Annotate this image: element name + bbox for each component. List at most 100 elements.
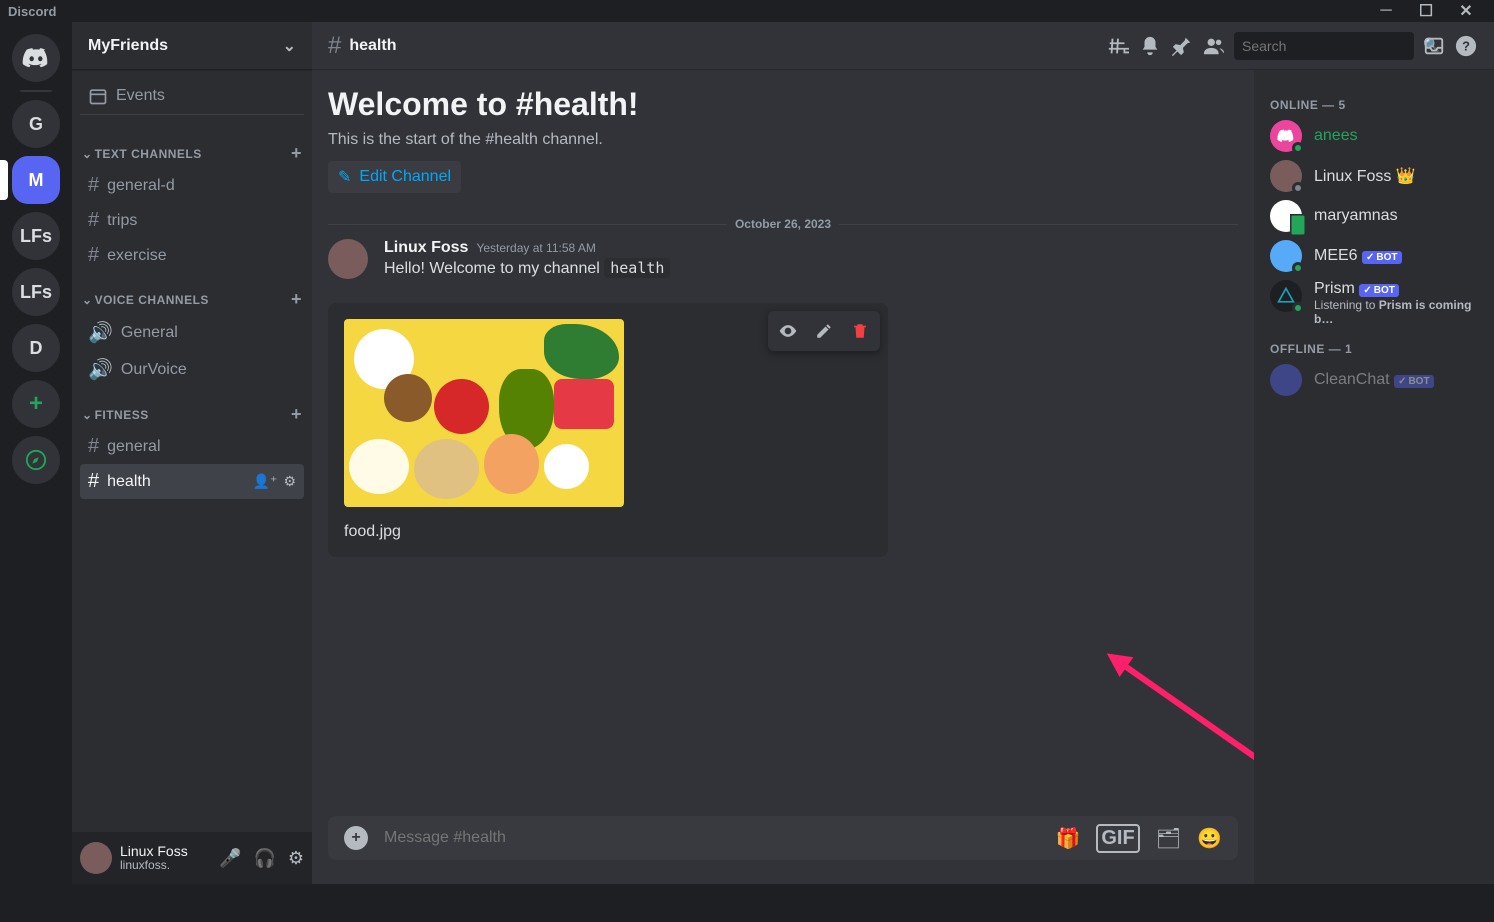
titlebar: Discord ─ ☐ ✕ bbox=[0, 0, 1494, 22]
window-close[interactable]: ✕ bbox=[1446, 1, 1486, 21]
avatar[interactable] bbox=[328, 239, 368, 279]
add-server-button[interactable]: + bbox=[12, 380, 60, 428]
discord-logo-icon bbox=[22, 48, 50, 68]
member-maryamnas[interactable]: maryamnas bbox=[1262, 196, 1486, 236]
server-header[interactable]: MyFriends ⌄ bbox=[72, 22, 312, 70]
message-timestamp: Yesterday at 11:58 AM bbox=[476, 241, 595, 255]
category-voice-channels[interactable]: ⌄ VOICE CHANNELS + bbox=[80, 273, 304, 314]
guild-list: G M LFs LFs D + bbox=[0, 22, 72, 884]
search-input[interactable] bbox=[1242, 38, 1423, 54]
member-prism[interactable]: Prism ✓ BOT Listening to Prism is coming… bbox=[1262, 276, 1486, 330]
welcome-heading: Welcome to #health! bbox=[328, 86, 1238, 123]
events-button[interactable]: Events bbox=[80, 78, 304, 115]
guild-g[interactable]: G bbox=[12, 100, 60, 148]
window-maximize[interactable]: ☐ bbox=[1406, 1, 1446, 21]
category-fitness[interactable]: ⌄ FITNESS + bbox=[80, 388, 304, 429]
chevron-down-icon: ⌄ bbox=[82, 293, 93, 307]
explore-servers-button[interactable] bbox=[12, 436, 60, 484]
member-name: Linux Foss 👑 bbox=[1314, 166, 1416, 186]
notifications-button[interactable] bbox=[1138, 34, 1162, 58]
channel-general[interactable]: #general bbox=[80, 429, 304, 464]
avatar bbox=[1270, 200, 1302, 232]
channel-exercise[interactable]: #exercise bbox=[80, 238, 304, 273]
category-text-channels[interactable]: ⌄ TEXT CHANNELS + bbox=[80, 127, 304, 168]
member-linux-foss[interactable]: Linux Foss 👑 bbox=[1262, 156, 1486, 196]
channel-health[interactable]: # health 👤⁺ ⚙ bbox=[80, 464, 304, 499]
members-offline-header: OFFLINE — 1 bbox=[1262, 330, 1486, 360]
channel-general-d[interactable]: #general-d bbox=[80, 168, 304, 203]
add-channel-button[interactable]: + bbox=[291, 404, 302, 425]
annotation-arrow bbox=[1125, 665, 1254, 762]
member-cleanchat[interactable]: CleanChat ✓ BOT bbox=[1262, 360, 1486, 400]
avatar bbox=[1270, 280, 1302, 312]
guild-home[interactable] bbox=[12, 34, 60, 82]
member-mee6[interactable]: MEE6 ✓ BOT bbox=[1262, 236, 1486, 276]
emoji-button[interactable]: 😀 bbox=[1197, 826, 1222, 851]
user-username: linuxfoss. bbox=[120, 859, 188, 872]
message-input[interactable] bbox=[384, 829, 1039, 847]
hash-icon: # bbox=[88, 174, 99, 197]
guild-lfs2[interactable]: LFs bbox=[12, 268, 60, 316]
pinned-button[interactable] bbox=[1170, 34, 1194, 58]
message-list: Welcome to #health! This is the start of… bbox=[312, 70, 1254, 884]
mobile-status-icon bbox=[1290, 214, 1306, 236]
upload-preview: food.jpg bbox=[328, 303, 888, 557]
bot-tag: ✓ BOT bbox=[1362, 251, 1402, 264]
guild-selection-pill bbox=[0, 160, 8, 200]
message-text: Hello! Welcome to my channel health bbox=[384, 259, 1238, 278]
channel-trips[interactable]: #trips bbox=[80, 203, 304, 238]
members-online-header: ONLINE — 5 bbox=[1262, 86, 1486, 116]
invite-icon[interactable]: 👤⁺ bbox=[253, 473, 278, 490]
gear-icon[interactable]: ⚙ bbox=[283, 473, 296, 490]
attachment-thumbnail[interactable] bbox=[344, 319, 624, 507]
message-author[interactable]: Linux Foss bbox=[384, 239, 468, 257]
hash-icon: # bbox=[88, 470, 99, 493]
guild-d[interactable]: D bbox=[12, 324, 60, 372]
gift-button[interactable]: 🎁 bbox=[1055, 826, 1080, 851]
threads-button[interactable] bbox=[1106, 34, 1130, 58]
crown-icon: 👑 bbox=[1396, 168, 1416, 185]
voice-channel-ourvoice[interactable]: 🔊OurVoice bbox=[80, 351, 304, 388]
add-channel-button[interactable]: + bbox=[291, 289, 302, 310]
message: Linux Foss Yesterday at 11:58 AM Hello! … bbox=[328, 239, 1238, 279]
spoiler-button[interactable] bbox=[772, 315, 804, 347]
app-name: Discord bbox=[8, 4, 56, 19]
status-indicator bbox=[1292, 182, 1304, 194]
sticker-button[interactable]: 🗂 bbox=[1156, 826, 1181, 851]
gif-button[interactable]: GIF bbox=[1096, 824, 1139, 853]
settings-button[interactable]: ⚙ bbox=[288, 848, 304, 869]
member-name: MEE6 ✓ BOT bbox=[1314, 247, 1402, 265]
members-toggle-button[interactable] bbox=[1202, 34, 1226, 58]
member-anees[interactable]: anees bbox=[1262, 116, 1486, 156]
help-button[interactable]: ? bbox=[1454, 34, 1478, 58]
mute-button[interactable]: 🎤 bbox=[219, 848, 241, 869]
chat-header: # health 🔍 ? bbox=[312, 22, 1494, 70]
edit-attachment-button[interactable] bbox=[808, 315, 840, 347]
deafen-button[interactable]: 🎧 bbox=[253, 848, 275, 869]
add-channel-button[interactable]: + bbox=[291, 143, 302, 164]
edit-channel-button[interactable]: ✎ Edit Channel bbox=[328, 161, 461, 193]
guild-lfs1[interactable]: LFs bbox=[12, 212, 60, 260]
avatar[interactable] bbox=[80, 842, 112, 874]
search-box[interactable]: 🔍 bbox=[1234, 32, 1414, 60]
member-name: anees bbox=[1314, 127, 1358, 145]
user-footer: Linux Foss linuxfoss. 🎤 🎧 ⚙ bbox=[72, 832, 312, 884]
channel-title: health bbox=[349, 37, 396, 55]
server-name: MyFriends bbox=[88, 37, 168, 55]
inbox-button[interactable] bbox=[1422, 34, 1446, 58]
hash-icon: # bbox=[88, 435, 99, 458]
welcome-block: Welcome to #health! This is the start of… bbox=[328, 86, 1238, 193]
guild-separator bbox=[20, 90, 52, 92]
attachment-filename: food.jpg bbox=[344, 523, 872, 541]
guild-m[interactable]: M bbox=[12, 156, 60, 204]
chevron-down-icon: ⌄ bbox=[82, 147, 93, 161]
speaker-icon: 🔊 bbox=[88, 320, 113, 345]
window-minimize[interactable]: ─ bbox=[1366, 2, 1406, 20]
bot-tag: ✓ BOT bbox=[1359, 284, 1399, 297]
attach-button[interactable]: + bbox=[344, 826, 368, 850]
user-display-name: Linux Foss bbox=[120, 844, 188, 859]
delete-attachment-button[interactable] bbox=[844, 315, 876, 347]
chevron-down-icon: ⌄ bbox=[283, 36, 296, 56]
avatar bbox=[1270, 160, 1302, 192]
voice-channel-general[interactable]: 🔊General bbox=[80, 314, 304, 351]
